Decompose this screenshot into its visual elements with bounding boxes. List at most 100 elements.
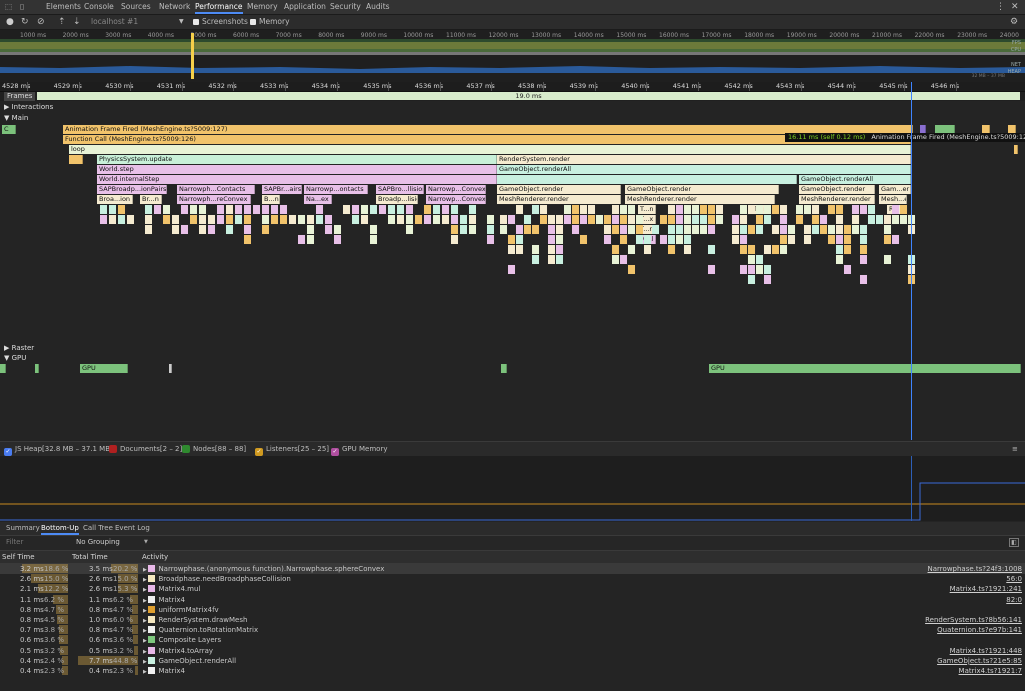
- flame-c-bar[interactable]: C: [2, 125, 16, 134]
- flame-sap-pairs[interactable]: SAPBroadp...ionPairs: [97, 185, 167, 194]
- flame-narrow-contacts[interactable]: Narrowph...Contacts: [177, 185, 255, 194]
- memory-legend-item[interactable]: Documents[2 – 2]: [109, 443, 182, 455]
- source-link[interactable]: Matrix4.ts?1921:7: [959, 666, 1022, 676]
- gpu-label[interactable]: ▼ GPU: [4, 354, 26, 362]
- flame-go-render-4[interactable]: Gam...er: [879, 185, 911, 194]
- col-self-time[interactable]: Self Time: [2, 551, 35, 563]
- flame-edge-bar[interactable]: [1014, 145, 1018, 154]
- tab-console[interactable]: Console: [84, 0, 114, 14]
- table-row[interactable]: 2.6 ms 15.0 % 2.6 ms 15.0 % ▶ Broadphase.nee…: [0, 574, 1025, 584]
- table-row[interactable]: 0.4 ms 2.4 % 7.7 ms 44.8 % ▶ GameObject.rend…: [0, 655, 1025, 666]
- frame-box[interactable]: 19.0 ms: [37, 92, 1020, 100]
- close-icon[interactable]: ✕: [1011, 0, 1019, 14]
- tab-event-log[interactable]: Event Log: [115, 522, 150, 535]
- memory-legend-checkbox[interactable]: ✓: [4, 448, 12, 456]
- interactions-label[interactable]: ▶ Interactions: [4, 103, 53, 111]
- flame-sap-lision[interactable]: SAPBro...llision: [376, 185, 424, 194]
- main-flame-chart[interactable]: C Animation Frame Fired (MeshEngine.ts?5…: [0, 124, 1025, 344]
- tab-bottom-up[interactable]: Bottom-Up: [41, 522, 79, 535]
- tab-application[interactable]: Application: [284, 0, 326, 14]
- table-row[interactable]: 3.2 ms 18.6 % 3.5 ms 20.2 % ▶ Narrowphase.(a…: [0, 564, 1025, 575]
- flame-mesh-2[interactable]: MeshRenderer.render: [625, 195, 775, 204]
- gpu-block-6[interactable]: GPU: [709, 364, 1021, 373]
- flame-go-render-1[interactable]: GameObject.render: [497, 185, 621, 194]
- source-link[interactable]: Matrix4.ts?1921:448: [950, 646, 1022, 656]
- memory-legend-checkbox[interactable]: ✓: [331, 448, 339, 456]
- flame-sap-airs[interactable]: SAPBr...airs: [262, 185, 302, 194]
- flame-t-x[interactable]: T...x: [638, 215, 656, 224]
- flame-t-n-1[interactable]: T...n: [638, 205, 656, 214]
- col-activity[interactable]: Activity: [142, 551, 168, 563]
- flame-go-render-2[interactable]: GameObject.render: [625, 185, 779, 194]
- flame-narrowp-convex-2[interactable]: Narrowp...Convex: [426, 195, 486, 204]
- memory-graph[interactable]: [0, 456, 1025, 521]
- target-dropdown-icon[interactable]: ▼: [179, 15, 184, 29]
- timeline-overview[interactable]: 1000 ms 2000 ms 3000 ms 4000 ms 5000 ms 6000 …: [0, 30, 1025, 82]
- device-toggle-icon[interactable]: ▯: [20, 0, 24, 14]
- flame-physics-update[interactable]: PhysicsSystem.update: [97, 155, 497, 164]
- tab-call-tree[interactable]: Call Tree: [83, 522, 113, 535]
- memory-legend-checkbox[interactable]: [109, 445, 117, 453]
- tab-network[interactable]: Network: [159, 0, 190, 14]
- flame-na-ex[interactable]: Na...ex: [304, 195, 332, 204]
- grouping-select[interactable]: No Grouping: [76, 538, 120, 546]
- source-link[interactable]: 82:0: [1006, 595, 1022, 605]
- table-row[interactable]: 0.6 ms 3.6 % 0.6 ms 3.6 % ▶ Composite Layers: [0, 635, 1025, 645]
- flame-r-l[interactable]: R...l: [887, 205, 905, 214]
- flame-render-all-2[interactable]: GameObject.renderAll: [799, 175, 911, 184]
- load-profile-icon[interactable]: ⇡: [58, 15, 66, 29]
- inspect-icon[interactable]: ⬚: [5, 0, 12, 14]
- clear-icon[interactable]: ⊘: [37, 15, 45, 29]
- tab-summary[interactable]: Summary: [6, 522, 40, 535]
- tab-security[interactable]: Security: [330, 0, 361, 14]
- flame-mesh-1[interactable]: MeshRenderer.render: [497, 195, 621, 204]
- gpu-block-4[interactable]: [169, 364, 172, 373]
- flame-mesh-3[interactable]: MeshRenderer.render: [799, 195, 875, 204]
- flame-t-n-3[interactable]: T...n: [638, 225, 656, 234]
- tab-sources[interactable]: Sources: [121, 0, 151, 14]
- memory-legend-item[interactable]: ✓ JS Heap[32.8 MB – 37.1 MB]: [4, 443, 113, 456]
- tab-elements[interactable]: Elements: [46, 0, 81, 14]
- flame-loop[interactable]: loop: [69, 145, 911, 154]
- flame-function-call[interactable]: Function Call (MeshEngine.ts?5009:126): [63, 135, 911, 144]
- source-link[interactable]: GameObject.ts?21e5:85: [937, 656, 1022, 666]
- gpu-block-5[interactable]: [501, 364, 507, 373]
- screenshots-checkbox[interactable]: Screenshots: [193, 15, 248, 29]
- memory-legend-item[interactable]: Nodes[88 – 88]: [182, 443, 246, 455]
- source-link[interactable]: Matrix4.ts?1921:241: [950, 584, 1022, 594]
- flame-narrow-ontacts[interactable]: Narrowp...ontacts: [304, 185, 368, 194]
- source-link[interactable]: Quaternion.ts?e97b:141: [937, 625, 1022, 635]
- memory-menu-icon[interactable]: ≡: [1012, 443, 1018, 455]
- main-label[interactable]: ▼ Main: [4, 114, 28, 122]
- grouping-dropdown-icon[interactable]: ▼: [144, 539, 148, 545]
- flame-broa-ion[interactable]: Broa...ion: [97, 195, 133, 204]
- table-row[interactable]: 1.1 ms 6.2 % 1.1 ms 6.2 % ▶ Matrix4 82:0: [0, 594, 1025, 605]
- memory-legend-item[interactable]: ✓ Listeners[25 – 25]: [255, 443, 329, 456]
- flame-world-internal[interactable]: World.internalStep: [97, 175, 497, 184]
- flame-br-n[interactable]: Br...n: [140, 195, 162, 204]
- sidebar-toggle-icon[interactable]: ◧: [1009, 538, 1019, 547]
- flame-b-n[interactable]: B...n: [262, 195, 280, 204]
- flame-orange-small[interactable]: [69, 155, 83, 164]
- memory-legend-checkbox[interactable]: ✓: [255, 448, 263, 456]
- flame-render-all[interactable]: GameObject.renderAll: [497, 165, 911, 174]
- flame-narrow-reconvex[interactable]: Narrowph...reConvex: [177, 195, 251, 204]
- flame-m-l[interactable]: M...l: [638, 235, 656, 244]
- tab-performance[interactable]: Performance: [195, 0, 243, 14]
- flame-mesh-4[interactable]: Mesh...er: [879, 195, 907, 204]
- table-row[interactable]: 2.1 ms 12.2 % 2.6 ms 15.3 % ▶ Matrix4.mul Mat…: [0, 584, 1025, 594]
- flame-world-step[interactable]: World.step: [97, 165, 497, 174]
- more-options-icon[interactable]: ⋮: [996, 0, 1005, 14]
- flame-broadp-lision[interactable]: Broadp...lision: [376, 195, 418, 204]
- table-row[interactable]: 0.8 ms 4.5 % 1.0 ms 6.0 % ▶ RenderSystem.dra…: [0, 615, 1025, 625]
- tab-audits[interactable]: Audits: [366, 0, 390, 14]
- gpu-track[interactable]: GPU GPU: [0, 364, 1025, 374]
- memory-legend-checkbox[interactable]: [182, 445, 190, 453]
- gpu-block-3[interactable]: GPU: [80, 364, 128, 373]
- flame-render-all-2a[interactable]: [497, 175, 797, 184]
- frames-label[interactable]: Frames: [4, 92, 36, 101]
- table-row[interactable]: 0.5 ms 3.2 % 0.5 ms 3.2 % ▶ Matrix4.toArray M…: [0, 645, 1025, 656]
- memory-checkbox[interactable]: Memory: [250, 15, 290, 29]
- gpu-block-1[interactable]: [0, 364, 6, 373]
- settings-gear-icon[interactable]: ⚙: [1010, 15, 1018, 29]
